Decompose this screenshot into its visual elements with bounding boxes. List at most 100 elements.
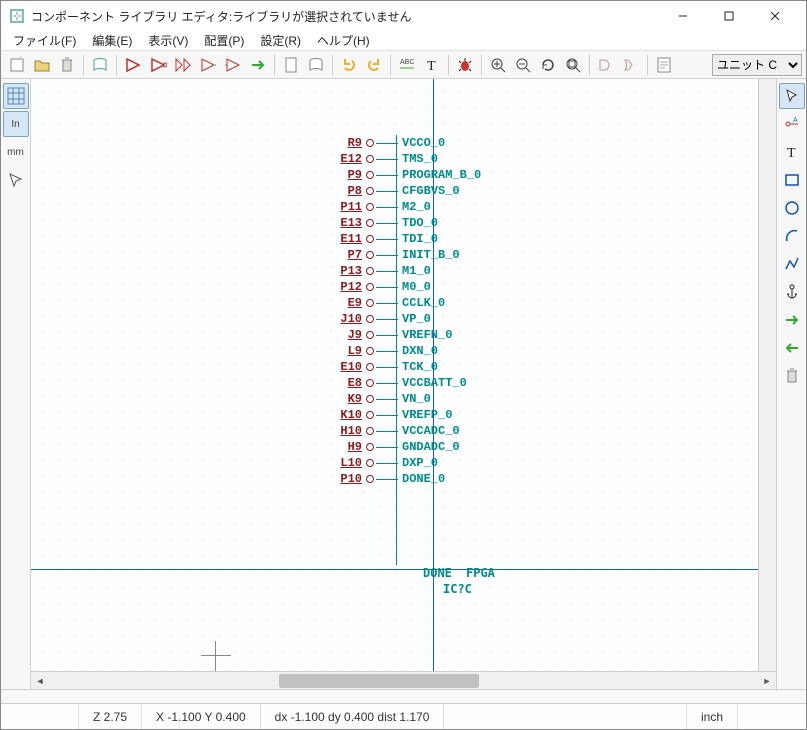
unit-selector[interactable]: ユニット C <box>712 54 802 76</box>
add-text-icon[interactable]: T <box>779 139 805 165</box>
morgan-2-icon[interactable] <box>619 53 643 77</box>
export2-arrow-icon[interactable] <box>779 335 805 361</box>
pin-endpoint-icon <box>366 395 374 403</box>
pin-endpoint-icon <box>366 363 374 371</box>
pin-number: E11 <box>326 232 366 246</box>
scroll-right-icon[interactable]: ► <box>758 672 776 690</box>
pin-number: E12 <box>326 152 366 166</box>
delete-icon[interactable] <box>55 53 79 77</box>
pin-endpoint-icon <box>366 187 374 195</box>
redo-icon[interactable] <box>362 53 386 77</box>
add-pin-icon[interactable]: A <box>779 111 805 137</box>
pin-number: J9 <box>326 328 366 342</box>
pin-endpoint-icon <box>366 251 374 259</box>
pin-number: P13 <box>326 264 366 278</box>
vertical-scrollbar[interactable] <box>758 79 776 671</box>
pin-endpoint-icon <box>366 219 374 227</box>
book-icon[interactable] <box>304 53 328 77</box>
gate-5-icon[interactable] <box>221 53 245 77</box>
gate-1-icon[interactable] <box>121 53 145 77</box>
horizontal-scrollbar[interactable]: ◄ ► <box>31 671 776 689</box>
pin-number: E9 <box>326 296 366 310</box>
zoom-refresh-icon[interactable] <box>536 53 560 77</box>
minimize-button[interactable] <box>660 1 706 31</box>
pin-number: R9 <box>326 136 366 150</box>
pin-endpoint-icon <box>366 267 374 275</box>
menu-file[interactable]: ファイル(F) <box>5 30 84 51</box>
anchor-icon[interactable] <box>779 279 805 305</box>
trash-icon[interactable] <box>779 363 805 389</box>
pin-number: E10 <box>326 360 366 374</box>
status-dxy: dx -1.100 dy 0.400 dist 1.170 <box>261 704 445 729</box>
pin-endpoint-icon <box>366 411 374 419</box>
menu-view[interactable]: 表示(V) <box>140 30 196 51</box>
left-toolbar: In mm <box>1 79 31 689</box>
app-icon <box>9 8 25 24</box>
gate-2-icon[interactable] <box>146 53 170 77</box>
gate-3-icon[interactable] <box>171 53 195 77</box>
pin-number: P7 <box>326 248 366 262</box>
pin-number: K9 <box>326 392 366 406</box>
add-rect-icon[interactable] <box>779 167 805 193</box>
units-mm-button[interactable]: mm <box>3 139 29 165</box>
import-arrow-icon[interactable] <box>779 307 805 333</box>
pin-name-done: DONE <box>423 566 452 580</box>
close-button[interactable] <box>752 1 798 31</box>
scroll-left-icon[interactable]: ◄ <box>31 672 49 690</box>
maximize-button[interactable] <box>706 1 752 31</box>
menu-place[interactable]: 配置(P) <box>196 30 252 51</box>
morgan-1-icon[interactable] <box>594 53 618 77</box>
bug-icon[interactable] <box>453 53 477 77</box>
library-icon[interactable] <box>88 53 112 77</box>
pin-number: L9 <box>326 344 366 358</box>
units-inches-button[interactable]: In <box>3 111 29 137</box>
window-title: コンポーネント ライブラリ エディタ:ライブラリが選択されていません <box>31 8 660 25</box>
gate-4-icon[interactable] <box>196 53 220 77</box>
add-circle-icon[interactable] <box>779 195 805 221</box>
svg-text:ABC: ABC <box>400 59 414 66</box>
pin-number: P12 <box>326 280 366 294</box>
pin-endpoint-icon <box>366 139 374 147</box>
pin-number: P8 <box>326 184 366 198</box>
undo-icon[interactable] <box>337 53 361 77</box>
new-component-icon[interactable] <box>5 53 29 77</box>
menu-settings[interactable]: 設定(R) <box>252 30 309 51</box>
component-label-fpga: FPGA <box>466 566 495 580</box>
schematic-canvas[interactable]: R9VCCO_0E12TMS_0P9PROGRAM_B_0P8CFGBVS_0P… <box>31 79 776 671</box>
select-tool-icon[interactable] <box>779 83 805 109</box>
zoom-out-icon[interactable] <box>511 53 535 77</box>
pin-number: E13 <box>326 216 366 230</box>
zoom-in-icon[interactable] <box>486 53 510 77</box>
pin-number: J10 <box>326 312 366 326</box>
menubar: ファイル(F) 編集(E) 表示(V) 配置(P) 設定(R) ヘルプ(H) <box>1 31 806 51</box>
datasheet-icon[interactable] <box>652 53 676 77</box>
pin-number: L10 <box>326 456 366 470</box>
text-tool-icon[interactable]: T <box>420 53 444 77</box>
menu-edit[interactable]: 編集(E) <box>84 30 140 51</box>
component-ref: IC?C <box>443 582 472 596</box>
pin-endpoint-icon <box>366 315 374 323</box>
grid-toggle-icon[interactable] <box>3 83 29 109</box>
menu-help[interactable]: ヘルプ(H) <box>309 30 378 51</box>
open-icon[interactable] <box>30 53 54 77</box>
pin-number: H9 <box>326 440 366 454</box>
status-xy: X -1.100 Y 0.400 <box>142 704 261 729</box>
pin-endpoint-icon <box>366 331 374 339</box>
pin-number: P10 <box>326 472 366 486</box>
main-toolbar: ABC T ユニット C <box>1 51 806 79</box>
pin-endpoint-icon <box>366 459 374 467</box>
add-polyline-icon[interactable] <box>779 251 805 277</box>
edit-fields-icon[interactable]: ABC <box>395 53 419 77</box>
zoom-fit-icon[interactable] <box>561 53 585 77</box>
component-symbol: R9VCCO_0E12TMS_0P9PROGRAM_B_0P8CFGBVS_0P… <box>326 135 526 487</box>
pin-endpoint-icon <box>366 347 374 355</box>
export-arrow-icon[interactable] <box>246 53 270 77</box>
cursor-shape-icon[interactable] <box>3 167 29 193</box>
doc-icon[interactable] <box>279 53 303 77</box>
add-arc-icon[interactable] <box>779 223 805 249</box>
svg-text:T: T <box>787 146 796 161</box>
status-zoom: Z 2.75 <box>79 704 142 729</box>
pin-endpoint-icon <box>366 443 374 451</box>
pin-number: E8 <box>326 376 366 390</box>
pin-endpoint-icon <box>366 171 374 179</box>
